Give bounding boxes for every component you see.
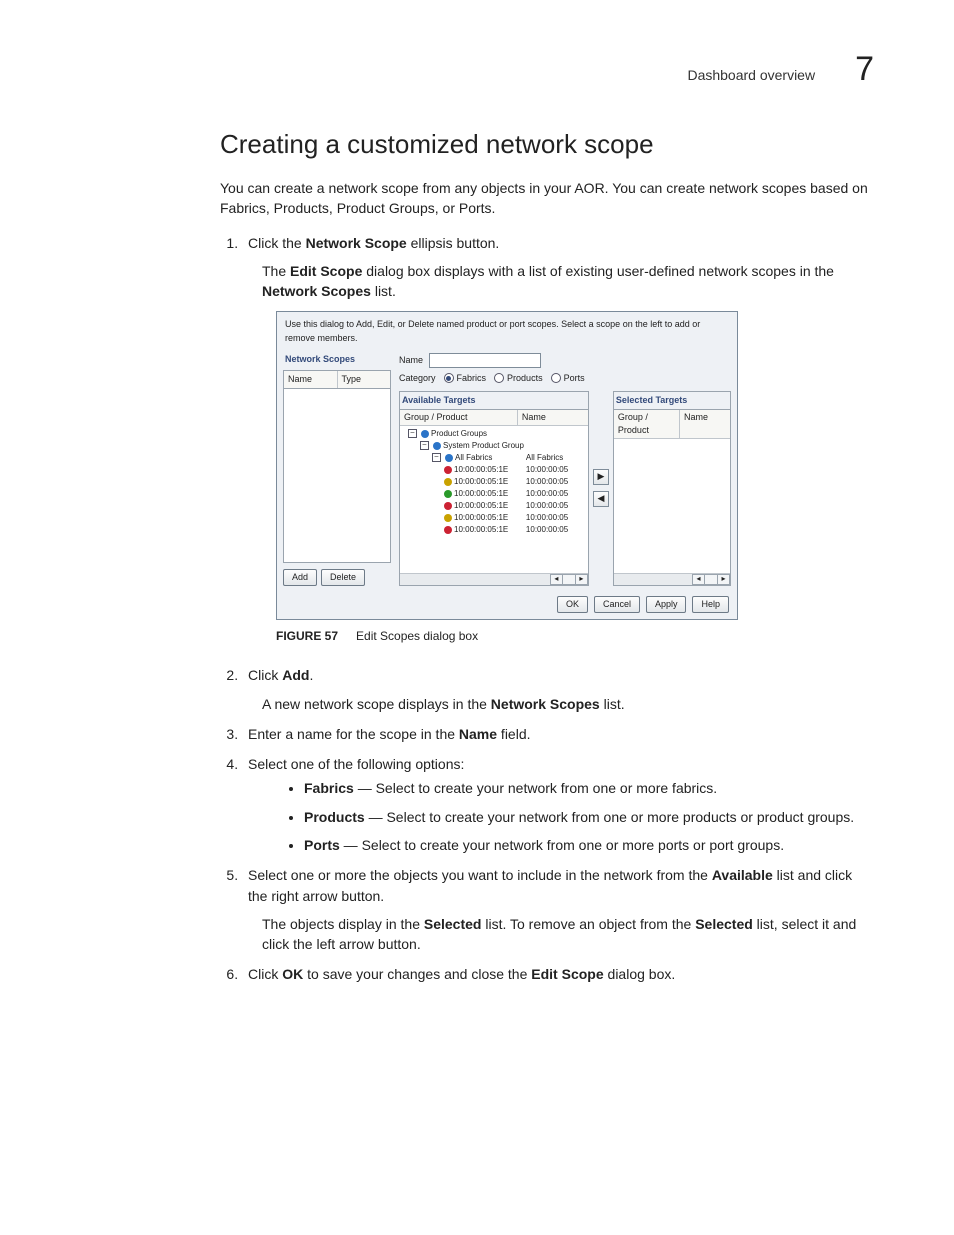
move-right-button[interactable]: ▶ <box>593 469 609 485</box>
selected-targets: Selected Targets Group / Product Name ◂▸ <box>613 391 731 586</box>
scopes-list[interactable] <box>283 389 391 563</box>
dialog-footer: OK Cancel Apply Help <box>277 590 737 619</box>
hscroll[interactable]: ◂▸ <box>400 573 588 585</box>
name-input[interactable] <box>429 353 541 368</box>
group-icon <box>433 442 441 450</box>
step-3: Enter a name for the scope in the Name f… <box>242 724 874 744</box>
name-label: Name <box>399 354 423 367</box>
step-1-detail: The Edit Scope dialog box displays with … <box>262 261 874 302</box>
apply-button[interactable]: Apply <box>646 596 687 613</box>
help-button[interactable]: Help <box>692 596 729 613</box>
step-2-detail: A new network scope displays in the Netw… <box>262 694 874 714</box>
category-label: Category <box>399 372 436 385</box>
breadcrumb: Dashboard overview <box>687 67 815 83</box>
hscroll[interactable]: ◂▸ <box>614 573 730 585</box>
collapse-icon[interactable]: – <box>420 441 429 450</box>
options-list: Fabrics — Select to create your network … <box>248 778 874 855</box>
intro-text: You can create a network scope from any … <box>220 178 874 219</box>
option-ports: Ports — Select to create your network fr… <box>304 835 874 855</box>
group-icon <box>421 430 429 438</box>
move-left-button[interactable]: ◀ <box>593 491 609 507</box>
scroll-left-icon[interactable]: ◂ <box>692 574 705 585</box>
targets-panel: Name Category Fabrics Products Ports Ava… <box>399 351 731 586</box>
radio-fabrics[interactable]: Fabrics <box>444 372 487 385</box>
option-fabrics: Fabrics — Select to create your network … <box>304 778 874 798</box>
radio-dot-icon <box>494 373 504 383</box>
scroll-left-icon[interactable]: ◂ <box>550 574 563 585</box>
step-4: Select one of the following options: Fab… <box>242 754 874 855</box>
radio-products[interactable]: Products <box>494 372 543 385</box>
collapse-icon[interactable]: – <box>432 453 441 462</box>
page-title: Creating a customized network scope <box>220 129 874 160</box>
step-2: Click Add. A new network scope displays … <box>242 665 874 714</box>
scopes-panel: Network Scopes Name Type Add Delete <box>283 351 391 586</box>
fabric-icon <box>444 526 452 534</box>
cancel-button[interactable]: Cancel <box>594 596 640 613</box>
fabric-icon <box>444 490 452 498</box>
dialog-instruction: Use this dialog to Add, Edit, or Delete … <box>277 312 737 348</box>
fabric-icon <box>444 466 452 474</box>
chapter-number: 7 <box>855 50 874 89</box>
fabric-icon <box>444 514 452 522</box>
delete-button[interactable]: Delete <box>321 569 365 586</box>
option-products: Products — Select to create your network… <box>304 807 874 827</box>
ok-button[interactable]: OK <box>557 596 588 613</box>
step-1: Click the Network Scope ellipsis button.… <box>242 233 874 646</box>
page: Dashboard overview 7 Creating a customiz… <box>0 0 954 1055</box>
group-icon <box>445 454 453 462</box>
edit-scope-dialog: Use this dialog to Add, Edit, or Delete … <box>276 311 738 619</box>
step-5: Select one or more the objects you want … <box>242 865 874 954</box>
steps-list: Click the Network Scope ellipsis button.… <box>220 233 874 985</box>
radio-dot-icon <box>444 373 454 383</box>
figure-caption: FIGURE 57Edit Scopes dialog box <box>276 628 874 645</box>
available-tree[interactable]: –Product Groups –System Product Group –A… <box>400 426 588 573</box>
available-targets: Available Targets Group / Product Name –… <box>399 391 589 586</box>
radio-dot-icon <box>551 373 561 383</box>
selected-tree[interactable] <box>614 439 730 573</box>
scopes-header: Name Type <box>283 370 391 389</box>
step-6: Click OK to save your changes and close … <box>242 964 874 984</box>
radio-ports[interactable]: Ports <box>551 372 585 385</box>
step-5-detail: The objects display in the Selected list… <box>262 914 874 955</box>
collapse-icon[interactable]: – <box>408 429 417 438</box>
add-button[interactable]: Add <box>283 569 317 586</box>
fabric-icon <box>444 502 452 510</box>
fabric-icon <box>444 478 452 486</box>
scroll-right-icon[interactable]: ▸ <box>717 574 730 585</box>
scroll-right-icon[interactable]: ▸ <box>575 574 588 585</box>
page-header: Dashboard overview 7 <box>220 50 874 89</box>
